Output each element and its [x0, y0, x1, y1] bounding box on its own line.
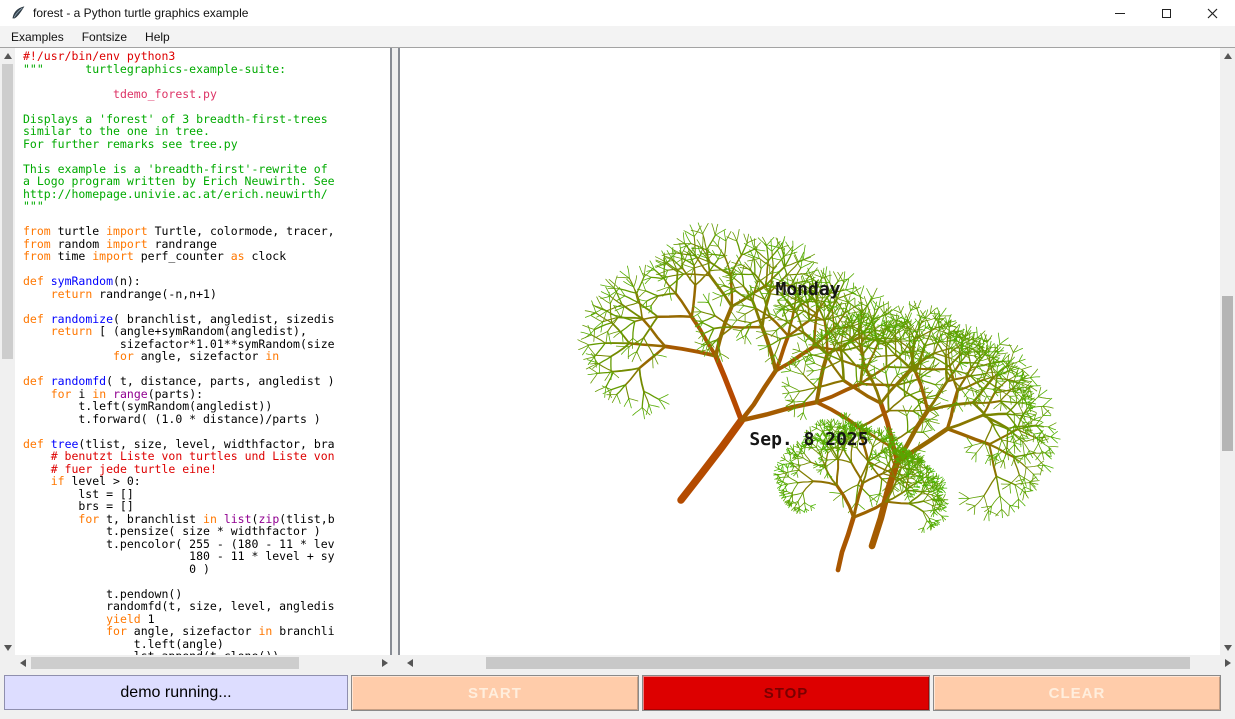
- menu-examples[interactable]: Examples: [2, 28, 73, 46]
- scroll-down-arrow[interactable]: [1220, 640, 1235, 655]
- scroll-up-arrow[interactable]: [0, 48, 15, 63]
- scroll-right-arrow[interactable]: [1220, 655, 1235, 671]
- code-text: #!/usr/bin/env python3""" turtlegraphics…: [23, 50, 390, 655]
- window-title: forest - a Python turtle graphics exampl…: [33, 6, 248, 20]
- minimize-icon: [1115, 13, 1125, 14]
- app-window: forest - a Python turtle graphics exampl…: [0, 0, 1235, 719]
- code-viewer[interactable]: #!/usr/bin/env python3""" turtlegraphics…: [15, 48, 392, 655]
- canvas-vscroll-thumb[interactable]: [1222, 296, 1233, 451]
- svg-text:Monday: Monday: [775, 279, 840, 300]
- scroll-up-arrow[interactable]: [1220, 48, 1235, 63]
- app-icon: [10, 5, 26, 21]
- scroll-down-arrow[interactable]: [0, 640, 15, 655]
- main-area: #!/usr/bin/env python3""" turtlegraphics…: [0, 47, 1235, 655]
- code-hscroll-thumb[interactable]: [31, 657, 299, 669]
- close-icon: [1207, 8, 1218, 19]
- scroll-left-arrow[interactable]: [15, 655, 30, 671]
- stop-button[interactable]: STOP: [642, 675, 930, 711]
- code-vertical-scrollbar[interactable]: [0, 48, 15, 655]
- clear-button[interactable]: CLEAR: [933, 675, 1221, 711]
- menu-help[interactable]: Help: [136, 28, 179, 46]
- code-horizontal-scrollbar[interactable]: [15, 655, 392, 671]
- code-vscroll-thumb[interactable]: [2, 64, 13, 359]
- canvas-hscroll-thumb[interactable]: [486, 657, 1190, 669]
- window-controls: [1097, 0, 1235, 26]
- bottom-bar: demo running... START STOP CLEAR: [0, 671, 1235, 719]
- titlebar[interactable]: forest - a Python turtle graphics exampl…: [0, 0, 1235, 26]
- scrollbar-gap: [392, 655, 402, 671]
- minimize-button[interactable]: [1097, 0, 1143, 26]
- start-button[interactable]: START: [351, 675, 639, 711]
- turtle-canvas: Monday Sep. 8 2025: [400, 48, 1216, 654]
- scrollbar-corner: [0, 655, 15, 671]
- canvas-vertical-scrollbar[interactable]: [1220, 48, 1235, 655]
- scroll-left-arrow[interactable]: [402, 655, 417, 671]
- menu-fontsize[interactable]: Fontsize: [73, 28, 136, 46]
- maximize-icon: [1162, 9, 1171, 18]
- canvas-pane: Monday Sep. 8 2025: [398, 48, 1220, 655]
- menubar: Examples Fontsize Help: [0, 26, 1235, 47]
- status-label: demo running...: [4, 675, 348, 710]
- maximize-button[interactable]: [1143, 0, 1189, 26]
- canvas-horizontal-scrollbar[interactable]: [402, 655, 1235, 671]
- close-button[interactable]: [1189, 0, 1235, 26]
- hscroll-row: [0, 655, 1235, 671]
- svg-text:Sep. 8 2025: Sep. 8 2025: [749, 429, 868, 450]
- scroll-right-arrow[interactable]: [377, 655, 392, 671]
